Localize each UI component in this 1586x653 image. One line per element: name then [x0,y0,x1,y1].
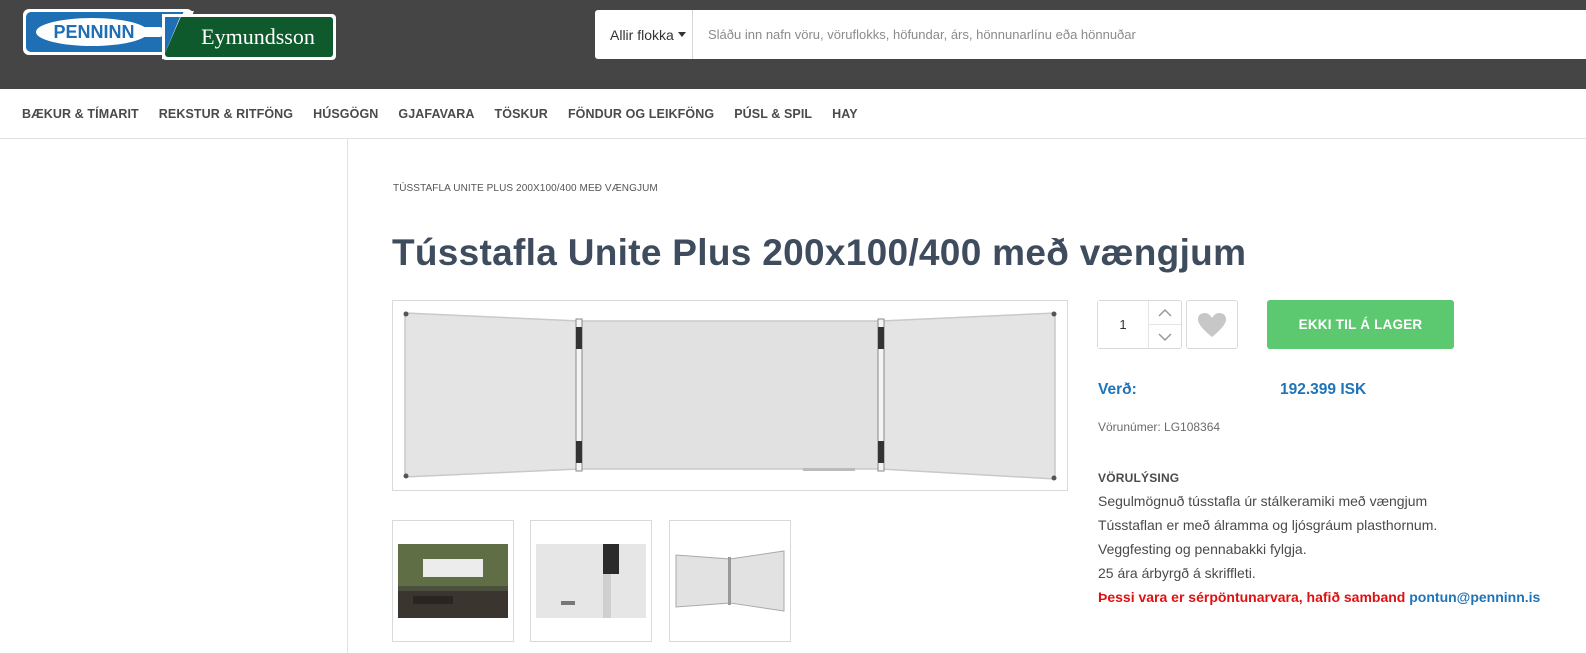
page-title: Tússtafla Unite Plus 200x100/400 með væn… [392,232,1247,273]
nav-item-fondur[interactable]: FÖNDUR OG LEIKFÖNG [568,107,714,121]
nav-item-husgogn[interactable]: HÚSGÖGN [313,107,378,121]
search-input[interactable] [693,10,1586,59]
quantity-decrease-button[interactable] [1149,324,1181,348]
quantity-stepper [1097,300,1182,349]
product-main-image[interactable] [392,300,1068,491]
product-thumbnail[interactable] [669,520,791,642]
search-bar: Allir flokkar [595,10,1586,59]
heart-icon [1198,312,1226,337]
chevron-up-icon [1158,308,1172,317]
description-heading: VÖRULÝSING [1098,471,1180,485]
caret-down-icon [678,32,686,37]
sidebar-divider [347,139,348,653]
nav-item-pusl[interactable]: PÚSL & SPIL [734,107,812,121]
out-of-stock-button[interactable]: EKKI TIL Á LAGER [1267,300,1454,349]
chevron-down-icon [1158,332,1172,341]
contact-email-link[interactable]: pontun@penninn.is [1409,589,1540,605]
breadcrumb[interactable]: TÚSSTAFLA UNITE PLUS 200X100/400 MEÐ VÆN… [393,183,658,194]
quantity-steps [1148,301,1181,348]
logo-eymundsson-text: Eymundsson [201,24,315,49]
product-thumbnail[interactable] [392,520,514,642]
description-line: 25 ára árbyrgð á skriffleti. [1098,565,1256,581]
sku-number: Vörunúmer: LG108364 [1098,420,1221,434]
search-category-select[interactable]: Allir flokkar [595,10,693,59]
description-line: Tússtaflan er með álramma og ljósgráum p… [1098,517,1438,533]
description-line: Veggfesting og pennabakki fylgja. [1098,541,1307,557]
nav-item-gjafavara[interactable]: GJAFAVARA [398,107,474,121]
nav-item-hay[interactable]: HAY [832,107,858,121]
site-logo[interactable]: PENNINN Eymundsson [22,8,338,61]
price-label: Verð: [1098,381,1137,398]
main-nav: BÆKUR & TÍMARIT REKSTUR & RITFÖNG HÚSGÖG… [0,89,1586,139]
special-order-notice: Þessi vara er sérpöntunarvara, hafið sam… [1098,589,1540,605]
price-value: 192.399 ISK [1280,381,1367,398]
nav-item-rekstur[interactable]: REKSTUR & RITFÖNG [159,107,293,121]
notice-text: Þessi vara er sérpöntunarvara, hafið sam… [1098,589,1406,605]
description-line: Segulmögnuð tússtafla úr stálkeramiki me… [1098,493,1428,509]
quantity-increase-button[interactable] [1149,301,1181,324]
favorite-button[interactable] [1186,300,1238,349]
nav-item-baekur[interactable]: BÆKUR & TÍMARIT [22,107,139,121]
product-thumbnail[interactable] [530,520,652,642]
top-header: PENNINN Eymundsson Allir flokkar [0,0,1586,89]
nav-item-toskur[interactable]: TÖSKUR [495,107,548,121]
search-category-value: Allir flokkar [610,26,674,43]
logo-penninn-text: PENNINN [53,22,134,42]
quantity-input[interactable] [1098,301,1148,348]
